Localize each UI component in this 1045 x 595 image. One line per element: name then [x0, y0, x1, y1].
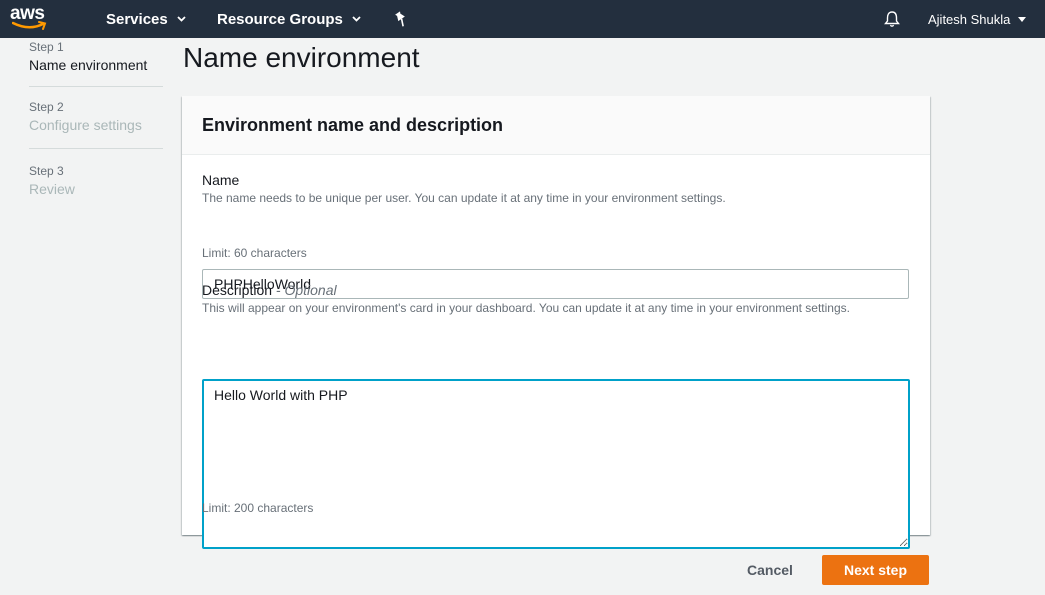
top-navigation-bar: aws Services Resource Groups Ajitesh Shu…	[0, 0, 1045, 38]
card-header: Environment name and description	[182, 96, 930, 155]
resource-groups-menu[interactable]: Resource Groups	[217, 0, 361, 38]
name-label: Name	[202, 172, 240, 188]
aws-smile-icon	[12, 21, 47, 30]
step-number: Step 2	[29, 100, 64, 114]
resource-groups-label: Resource Groups	[217, 10, 343, 28]
description-limit: Limit: 200 characters	[202, 501, 314, 515]
step-name: Review	[29, 181, 75, 197]
description-textarea[interactable]: Hello World with PHP	[202, 379, 910, 549]
step-name: Name environment	[29, 57, 148, 73]
step-2: Step 2 Configure settings	[29, 87, 163, 149]
page-title: Name environment	[183, 42, 420, 73]
name-limit: Limit: 60 characters	[202, 246, 307, 260]
aws-logo[interactable]: aws	[10, 3, 50, 35]
next-step-button[interactable]: Next step	[822, 555, 929, 585]
wizard-steps: Step 1 Name environment Step 2 Configure…	[29, 38, 163, 199]
step-name: Configure settings	[29, 117, 142, 133]
cancel-button[interactable]: Cancel	[735, 555, 805, 585]
step-1: Step 1 Name environment	[29, 38, 163, 87]
pin-icon[interactable]	[394, 11, 408, 27]
user-menu[interactable]: Ajitesh Shukla	[928, 0, 1027, 38]
optional-tag: - Optional	[275, 282, 337, 298]
step-3: Step 3 Review	[29, 149, 163, 199]
name-description: The name needs to be unique per user. Yo…	[202, 191, 726, 205]
bell-icon[interactable]	[883, 10, 901, 28]
description-help: This will appear on your environment's c…	[202, 301, 850, 315]
environment-card: Environment name and description Name Th…	[182, 96, 930, 549]
step-number: Step 1	[29, 40, 64, 54]
services-menu[interactable]: Services	[106, 0, 186, 38]
card-title: Environment name and description	[202, 115, 504, 135]
description-label: Description - Optional	[202, 282, 337, 298]
step-number: Step 3	[29, 164, 64, 178]
description-label-text: Description	[202, 282, 273, 298]
chevron-down-icon	[177, 16, 186, 22]
chevron-down-icon	[352, 16, 361, 22]
services-label: Services	[106, 10, 168, 28]
user-name: Ajitesh Shukla	[928, 11, 1011, 27]
chevron-down-icon	[1018, 16, 1027, 22]
